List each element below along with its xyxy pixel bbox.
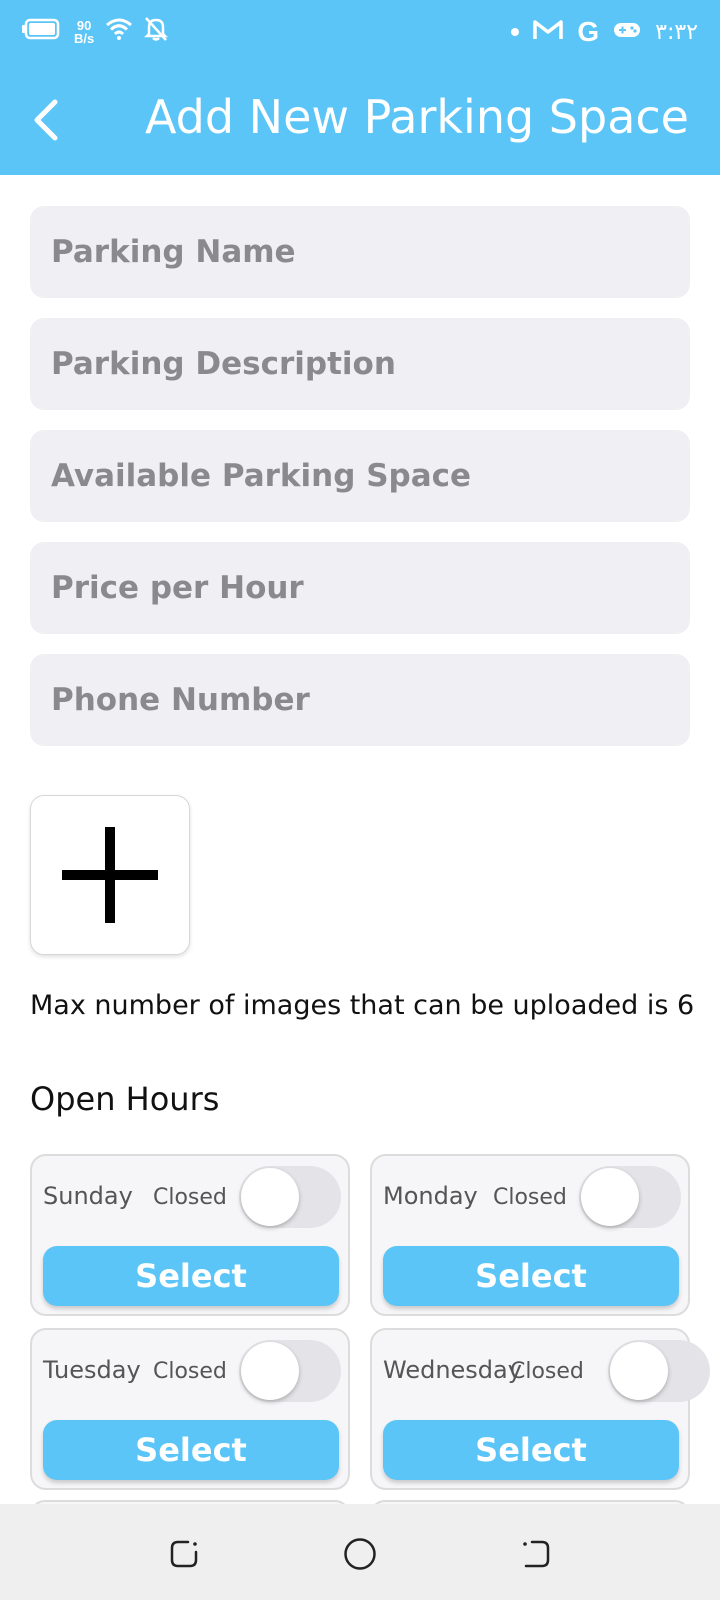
home-button[interactable] [340, 1534, 380, 1574]
open-hours-title: Open Hours [30, 1080, 220, 1118]
parking-name-field[interactable] [30, 206, 690, 298]
day-card-monday: Monday Closed Select [370, 1154, 690, 1316]
parking-description-field[interactable] [30, 318, 690, 410]
system-back-button[interactable] [516, 1534, 556, 1574]
network-speed: 90 B/s [74, 19, 94, 45]
parking-description-input[interactable] [51, 346, 690, 382]
toggle-knob [241, 1342, 299, 1400]
back-icon [523, 1540, 550, 1568]
select-button-monday[interactable]: Select [383, 1246, 679, 1306]
day-toggle-tuesday[interactable] [239, 1340, 341, 1402]
price-per-hour-field[interactable] [30, 542, 690, 634]
plus-icon [62, 827, 158, 923]
day-card-wednesday: Wednesday Closed Select [370, 1328, 710, 1490]
system-nav-bar [0, 1504, 720, 1600]
status-bar-right: G ۳:۳۲ [511, 16, 698, 48]
available-parking-space-input[interactable] [51, 458, 690, 494]
max-images-text: Max number of images that can be uploade… [30, 990, 695, 1021]
parking-name-input[interactable] [51, 234, 690, 270]
status-bar-left: 90 B/s [22, 16, 169, 47]
price-per-hour-input[interactable] [51, 570, 690, 606]
network-speed-unit: B/s [74, 30, 95, 46]
notifications-off-icon [144, 16, 169, 47]
home-icon [344, 1538, 376, 1570]
app-header: 90 B/s G ۳:۳۲ Add New Parking Space [0, 0, 720, 175]
day-card-sunday: Sunday Closed Select [30, 1154, 350, 1316]
back-button[interactable] [24, 92, 68, 148]
phone-number-field[interactable] [30, 654, 690, 746]
game-controller-icon [613, 20, 641, 45]
day-name: Wednesday [383, 1356, 522, 1384]
back-arrow-icon [34, 99, 58, 141]
recent-apps-button[interactable] [164, 1534, 204, 1574]
day-status: Closed [493, 1185, 567, 1210]
day-status: Closed [153, 1359, 227, 1384]
day-name: Tuesday [43, 1356, 141, 1384]
status-time: ۳:۳۲ [655, 19, 698, 45]
dot-icon [511, 28, 520, 36]
toggle-knob [610, 1342, 668, 1400]
battery-icon [22, 18, 62, 45]
select-button-wednesday[interactable]: Select [383, 1420, 679, 1480]
select-button-sunday[interactable]: Select [43, 1246, 339, 1306]
wifi-icon [106, 18, 133, 45]
day-status: Closed [153, 1185, 227, 1210]
day-toggle-monday[interactable] [579, 1166, 681, 1228]
day-name: Sunday [43, 1182, 133, 1210]
add-image-button[interactable] [30, 795, 190, 955]
recent-apps-icon [170, 1540, 198, 1568]
page-title: Add New Parking Space [145, 90, 689, 144]
network-speed-value: 90 [76, 17, 92, 33]
status-bar: 90 B/s G ۳:۳۲ [0, 0, 720, 64]
available-parking-space-field[interactable] [30, 430, 690, 522]
day-toggle-sunday[interactable] [239, 1166, 341, 1228]
day-card-tuesday: Tuesday Closed Select [30, 1328, 350, 1490]
select-button-tuesday[interactable]: Select [43, 1420, 339, 1480]
gmail-icon [533, 19, 564, 46]
day-name: Monday [383, 1182, 478, 1210]
toggle-knob [241, 1168, 299, 1226]
phone-number-input[interactable] [51, 682, 690, 718]
day-status: Closed [510, 1359, 584, 1384]
google-icon: G [577, 16, 600, 47]
day-toggle-wednesday[interactable] [608, 1340, 710, 1402]
toggle-knob [581, 1168, 639, 1226]
